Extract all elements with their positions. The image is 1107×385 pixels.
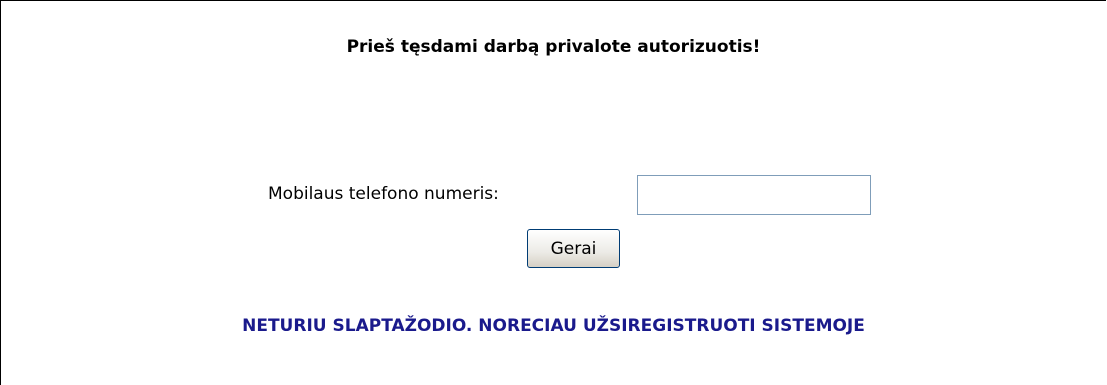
phone-input[interactable] [637, 175, 871, 215]
page-title: Prieš tęsdami darbą privalote autorizuot… [346, 37, 761, 57]
phone-label: Mobilaus telefono numeris: [268, 184, 499, 204]
phone-field-row: Mobilaus telefono numeris: [0, 175, 1107, 215]
submit-button[interactable]: Gerai [527, 229, 620, 268]
register-link[interactable]: NETURIU SLAPTAŽODIO. NORECIAU UŽSIREGIST… [0, 316, 1107, 336]
